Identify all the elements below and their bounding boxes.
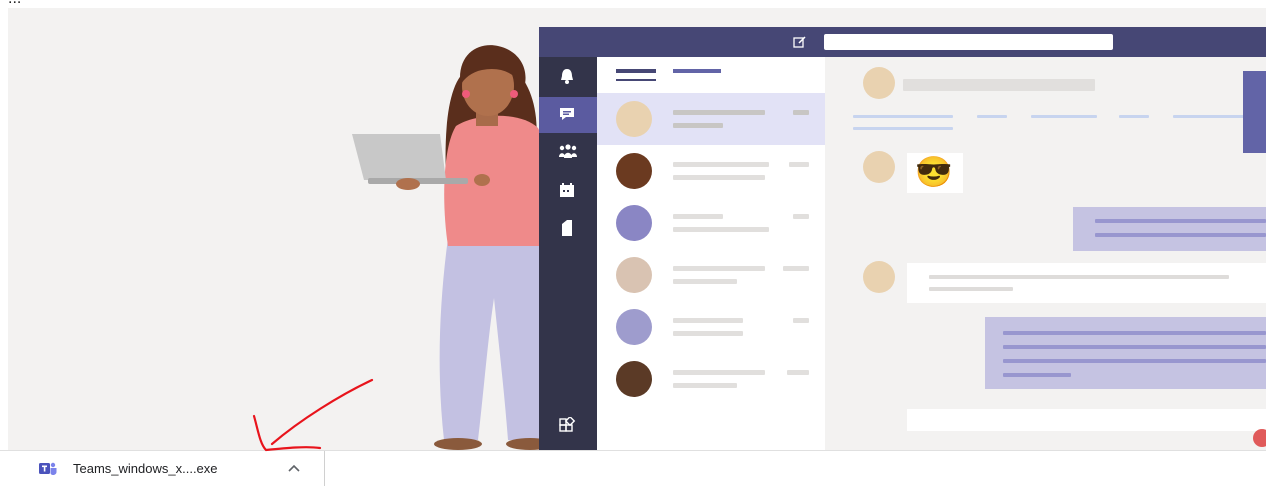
avatar [863, 261, 895, 293]
sunglasses-emoji: 😎 [915, 156, 953, 189]
side-panel-edge [1243, 71, 1266, 153]
avatar [616, 257, 652, 293]
list-header-line [616, 79, 656, 81]
calendar-icon [560, 183, 574, 197]
teams-app-preview: 😎 [539, 27, 1266, 450]
list-header-line [673, 69, 721, 73]
avatar [616, 309, 652, 345]
compose-icon [793, 36, 806, 48]
chat-list [597, 57, 825, 450]
sent-message [1073, 207, 1266, 251]
rail-activity [539, 59, 597, 95]
chat-list-item [597, 145, 825, 197]
chevron-up-icon[interactable] [285, 460, 303, 478]
page-top-text: ... [8, 0, 21, 8]
activity-bell-icon [561, 69, 573, 84]
chat-list-item [597, 197, 825, 249]
chat-list-item [597, 301, 825, 353]
rail-chat [539, 97, 597, 133]
app-titlebar [539, 27, 1266, 57]
chat-icon [560, 108, 574, 120]
sent-message [985, 317, 1266, 389]
page-top-strip: ... [0, 0, 1266, 8]
avatar [863, 67, 895, 99]
conversation-pane: 😎 [825, 57, 1266, 450]
rail-teams [539, 135, 597, 171]
reaction-dot [1253, 429, 1266, 447]
download-filename: Teams_windows_x....exe [73, 461, 218, 476]
teams-welcome-illustration: 😎 [8, 8, 1266, 450]
teams-logo-icon [39, 462, 57, 475]
avatar [616, 153, 652, 189]
teams-icon [559, 144, 577, 158]
list-header-line [616, 69, 656, 73]
avatar [863, 151, 895, 183]
compose-box [907, 409, 1266, 431]
avatar [616, 205, 652, 241]
rail-files [539, 211, 597, 247]
files-icon [562, 220, 572, 236]
rail-calendar [539, 173, 597, 209]
chat-list-item [597, 93, 825, 145]
rail-apps [539, 409, 597, 445]
search-input [824, 34, 1113, 50]
download-item[interactable]: Teams_windows_x....exe [28, 451, 325, 486]
app-rail [539, 57, 597, 450]
chat-list-item [597, 353, 825, 405]
avatar [616, 361, 652, 397]
emoji-message: 😎 [907, 153, 963, 193]
download-bar: Teams_windows_x....exe [0, 450, 1266, 486]
apps-icon [559, 417, 576, 432]
received-message [907, 263, 1266, 303]
chat-list-item [597, 249, 825, 301]
avatar [616, 101, 652, 137]
